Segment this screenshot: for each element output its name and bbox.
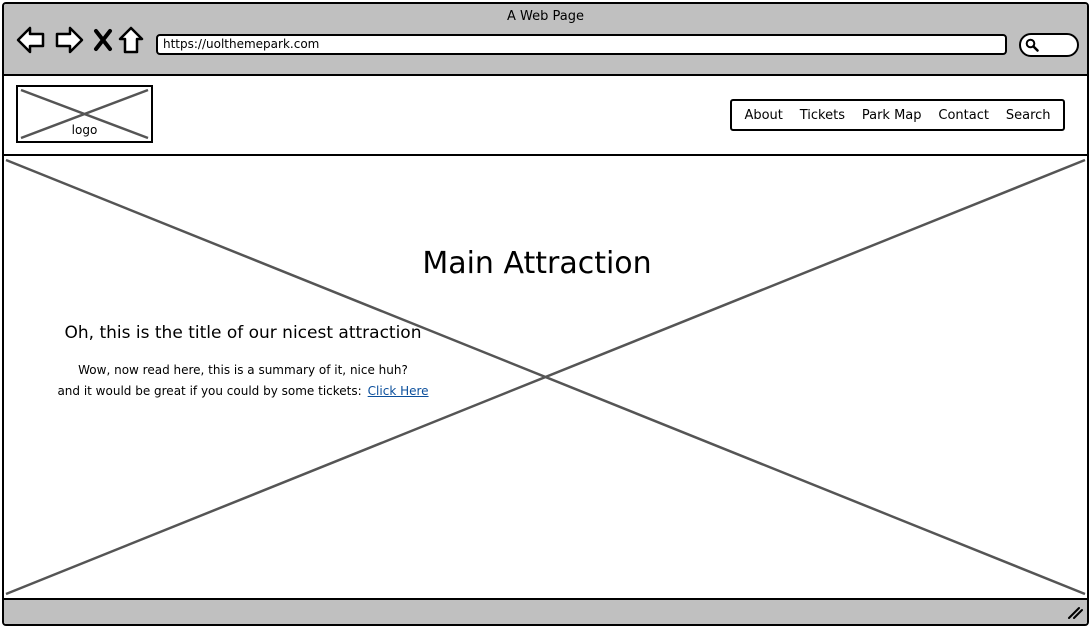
site-header: logo About Tickets Park Map Contact Sear…: [4, 76, 1087, 156]
search-icon: [1025, 38, 1039, 52]
summary-line-1: Wow, now read here, this is a summary of…: [78, 363, 408, 377]
home-icon[interactable]: [118, 24, 144, 56]
nav-item-search[interactable]: Search: [1006, 108, 1051, 123]
nav-item-contact[interactable]: Contact: [938, 108, 989, 123]
nav-menu: About Tickets Park Map Contact Search: [730, 99, 1065, 131]
back-arrow-icon[interactable]: [16, 24, 46, 56]
nav-item-about[interactable]: About: [744, 108, 782, 123]
attraction-summary: Wow, now read here, this is a summary of…: [48, 360, 438, 402]
status-bar: [4, 598, 1087, 624]
browser-window: A Web Page https://uolthemepark.com logo: [2, 2, 1089, 626]
browser-search-field[interactable]: [1019, 33, 1079, 57]
summary-line-2-text: and it would be great if you could by so…: [57, 384, 362, 398]
main-title: Main Attraction: [422, 246, 652, 281]
logo-placeholder[interactable]: logo: [16, 85, 153, 143]
nav-item-tickets[interactable]: Tickets: [800, 108, 845, 123]
url-bar[interactable]: https://uolthemepark.com: [156, 34, 1007, 55]
window-title: A Web Page: [507, 9, 584, 24]
browser-chrome: A Web Page https://uolthemepark.com: [4, 4, 1087, 76]
close-x-icon[interactable]: [92, 24, 114, 56]
nav-item-park-map[interactable]: Park Map: [862, 108, 922, 123]
hero-section: Main Attraction Oh, this is the title of…: [4, 156, 1087, 598]
summary-line-2: and it would be great if you could by so…: [48, 381, 438, 402]
forward-arrow-icon[interactable]: [54, 24, 84, 56]
logo-label: logo: [71, 123, 98, 137]
attraction-title: Oh, this is the title of our nicest attr…: [64, 323, 422, 343]
click-here-link[interactable]: Click Here: [368, 384, 429, 398]
resize-grip-icon[interactable]: [1067, 606, 1083, 620]
